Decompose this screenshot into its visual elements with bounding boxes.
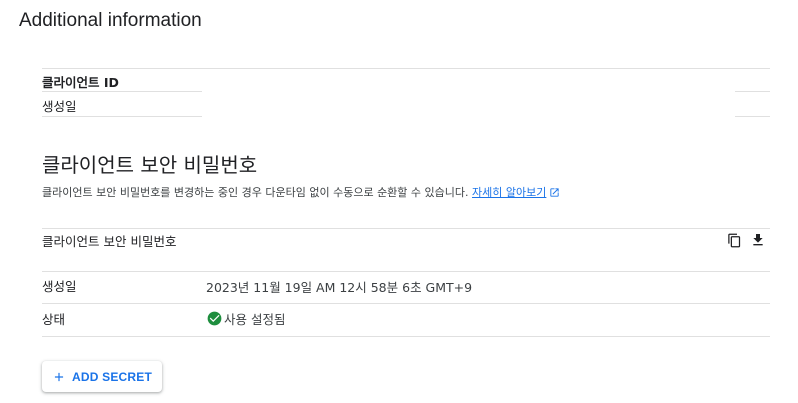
add-secret-label: ADD SECRET — [71, 369, 152, 384]
client-created-label: 생성일 — [42, 99, 77, 114]
learn-more-text: 자세히 알아보기 — [472, 186, 547, 199]
status-text: 사용 설정됨 — [224, 312, 286, 327]
description-text: 클라이언트 보안 비밀번호를 변경하는 중인 경우 다운타임 없이 수동으로 순… — [42, 186, 469, 199]
divider — [42, 91, 202, 92]
divider — [42, 271, 770, 272]
secret-label: 클라이언트 보안 비밀번호 — [42, 234, 177, 249]
download-icon — [750, 232, 766, 252]
plus-icon — [52, 370, 66, 384]
status-label: 상태 — [42, 312, 66, 327]
divider — [42, 116, 202, 117]
divider — [42, 303, 770, 304]
copy-button[interactable] — [725, 233, 743, 251]
add-secret-button[interactable]: ADD SECRET — [42, 361, 162, 392]
section-description: 클라이언트 보안 비밀번호를 변경하는 중인 경우 다운타임 없이 수동으로 순… — [42, 184, 560, 201]
divider — [735, 91, 770, 92]
copy-icon — [727, 233, 742, 252]
divider — [42, 68, 770, 69]
secret-created-value: 2023년 11월 19일 AM 12시 58분 6초 GMT+9 — [206, 280, 473, 295]
open-in-new-icon — [549, 187, 560, 201]
secret-created-label: 생성일 — [42, 279, 77, 294]
check-circle-icon — [207, 311, 222, 326]
divider — [42, 228, 770, 229]
download-button[interactable] — [749, 233, 767, 251]
section-title: 클라이언트 보안 비밀번호 — [42, 153, 258, 177]
divider — [735, 116, 770, 117]
status-badge: 사용 설정됨 — [207, 309, 285, 328]
divider — [42, 336, 770, 337]
page-title: Additional information — [19, 10, 202, 31]
learn-more-link[interactable]: 자세히 알아보기 — [472, 186, 546, 199]
client-id-label: 클라이언트 ID — [42, 75, 119, 90]
